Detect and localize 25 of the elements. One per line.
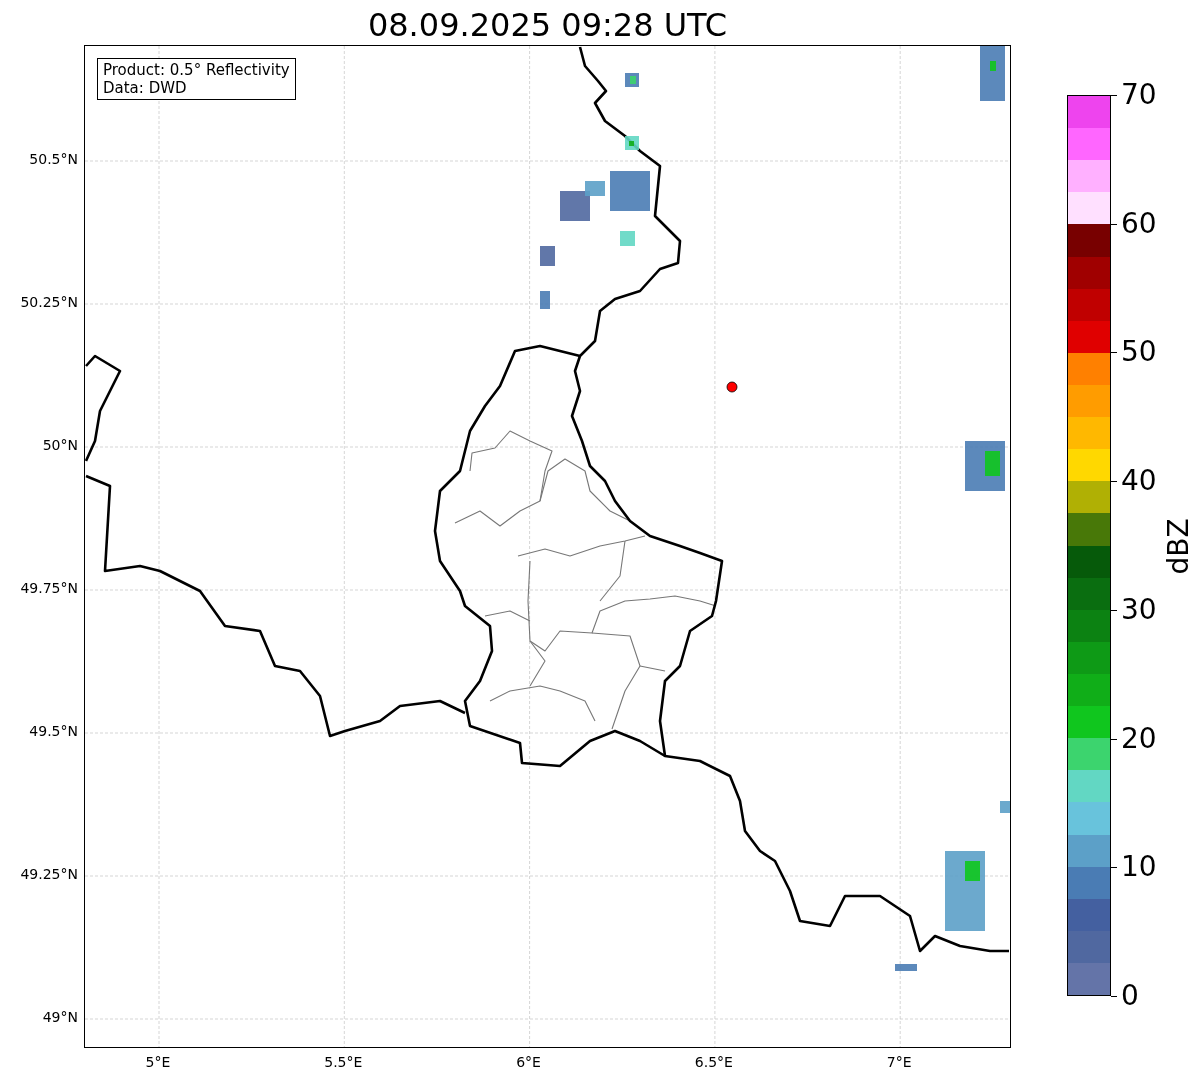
- axis-tick-label: 49.75°N: [20, 580, 78, 596]
- colorbar-tick-label: 20: [1121, 721, 1157, 756]
- axis-tick-label: 50°N: [42, 437, 78, 453]
- colorbar-tick-label: 30: [1121, 592, 1157, 627]
- info-text: Product: 0.5° Reflectivity: [103, 61, 290, 79]
- axis-tick-label: 7°E: [885, 1054, 913, 1070]
- location-marker: [726, 381, 738, 393]
- axis-tick-label: 49.5°N: [29, 723, 78, 739]
- colorbar-tick-label: 40: [1121, 464, 1157, 499]
- colorbar-label: dBZ: [1161, 518, 1195, 575]
- axis-tick-label: 49°N: [42, 1009, 78, 1025]
- colorbar-tick-label: 10: [1121, 850, 1157, 885]
- info-text: Data: DWD: [103, 79, 188, 97]
- axis-tick-label: 5.5°E: [323, 1054, 364, 1070]
- chart-title: 08.09.2025 09:28 UTC: [366, 5, 729, 45]
- axis-tick-label: 50.5°N: [29, 151, 78, 167]
- axis-tick-label: 50.25°N: [20, 294, 78, 310]
- axis-tick-label: 6°E: [515, 1054, 542, 1070]
- axis-tick-label: 6.5°E: [693, 1054, 734, 1070]
- colorbar-tick-label: 70: [1121, 78, 1157, 112]
- colorbar-tick-label: 50: [1121, 335, 1157, 370]
- colorbar-tick-label: 0: [1121, 979, 1139, 1013]
- colorbar-tick-label: 60: [1121, 206, 1157, 241]
- axis-tick-label: 5°E: [144, 1054, 172, 1070]
- axis-tick-label: 49.25°N: [20, 866, 78, 882]
